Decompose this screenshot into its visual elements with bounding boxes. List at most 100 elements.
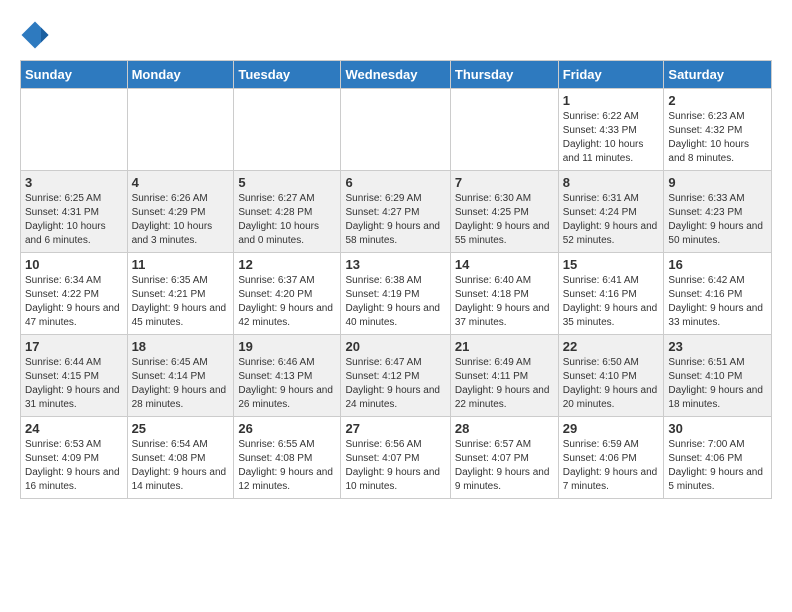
- day-number: 15: [563, 257, 660, 272]
- weekday-header-saturday: Saturday: [664, 61, 772, 89]
- calendar-cell: 11 Sunrise: 6:35 AM Sunset: 4:21 PM Dayli…: [127, 253, 234, 335]
- calendar-cell: [341, 89, 450, 171]
- day-number: 20: [345, 339, 445, 354]
- calendar-cell: 28 Sunrise: 6:57 AM Sunset: 4:07 PM Dayli…: [450, 417, 558, 499]
- day-number: 6: [345, 175, 445, 190]
- day-info: Sunrise: 6:56 AM Sunset: 4:07 PM Dayligh…: [345, 438, 445, 494]
- day-number: 5: [238, 175, 336, 190]
- day-number: 2: [668, 93, 767, 108]
- day-number: 28: [455, 421, 554, 436]
- calendar-cell: 26Sunrise: 6:55 AM Sunset: 4:08 PM Dayli…: [234, 417, 341, 499]
- calendar-week-row: 1Sunrise: 6:22 AM Sunset: 4:33 PM Daylig…: [21, 89, 772, 171]
- logo-icon: [20, 20, 50, 50]
- calendar-cell: 2 Sunrise: 6:23 AM Sunset: 4:32 PM Daylig…: [664, 89, 772, 171]
- calendar-week-row: 24 Sunrise: 6:53 AM Sunset: 4:09 PM Dayli…: [21, 417, 772, 499]
- day-info: Sunrise: 6:54 AM Sunset: 4:08 PM Dayligh…: [132, 438, 230, 494]
- day-info: Sunrise: 6:53 AM Sunset: 4:09 PM Dayligh…: [25, 438, 123, 494]
- day-info: Sunrise: 6:23 AM Sunset: 4:32 PM Dayligh…: [668, 110, 767, 166]
- day-info: Sunrise: 7:00 AM Sunset: 4:06 PM Dayligh…: [668, 438, 767, 494]
- day-info: Sunrise: 6:38 AM Sunset: 4:19 PM Dayligh…: [345, 274, 445, 330]
- day-info: Sunrise: 6:26 AM Sunset: 4:29 PM Dayligh…: [132, 192, 230, 248]
- calendar-cell: 21 Sunrise: 6:49 AM Sunset: 4:11 PM Dayli…: [450, 335, 558, 417]
- day-number: 24: [25, 421, 123, 436]
- day-number: 10: [25, 257, 123, 272]
- calendar-cell: 13 Sunrise: 6:38 AM Sunset: 4:19 PM Dayli…: [341, 253, 450, 335]
- day-info: Sunrise: 6:33 AM Sunset: 4:23 PM Dayligh…: [668, 192, 767, 248]
- calendar-cell: 16 Sunrise: 6:42 AM Sunset: 4:16 PM Dayli…: [664, 253, 772, 335]
- calendar-cell: 24 Sunrise: 6:53 AM Sunset: 4:09 PM Dayli…: [21, 417, 128, 499]
- day-info: Sunrise: 6:45 AM Sunset: 4:14 PM Dayligh…: [132, 356, 230, 412]
- calendar-cell: 10 Sunrise: 6:34 AM Sunset: 4:22 PM Dayli…: [21, 253, 128, 335]
- day-number: 21: [455, 339, 554, 354]
- day-info: Sunrise: 6:31 AM Sunset: 4:24 PM Dayligh…: [563, 192, 660, 248]
- weekday-header-monday: Monday: [127, 61, 234, 89]
- day-number: 19: [238, 339, 336, 354]
- calendar-cell: 19 Sunrise: 6:46 AM Sunset: 4:13 PM Dayli…: [234, 335, 341, 417]
- weekday-header-sunday: Sunday: [21, 61, 128, 89]
- day-number: 9: [668, 175, 767, 190]
- calendar-cell: 18 Sunrise: 6:45 AM Sunset: 4:14 PM Dayli…: [127, 335, 234, 417]
- day-number: 18: [132, 339, 230, 354]
- day-info: Sunrise: 6:42 AM Sunset: 4:16 PM Dayligh…: [668, 274, 767, 330]
- calendar-cell: 27 Sunrise: 6:56 AM Sunset: 4:07 PM Dayli…: [341, 417, 450, 499]
- calendar-cell: 25 Sunrise: 6:54 AM Sunset: 4:08 PM Dayli…: [127, 417, 234, 499]
- weekday-header-row: SundayMondayTuesdayWednesdayThursdayFrid…: [21, 61, 772, 89]
- calendar-week-row: 3 Sunrise: 6:25 AM Sunset: 4:31 PM Daylig…: [21, 171, 772, 253]
- day-info: Sunrise: 6:22 AM Sunset: 4:33 PM Dayligh…: [563, 110, 660, 166]
- calendar-cell: 12 Sunrise: 6:37 AM Sunset: 4:20 PM Dayli…: [234, 253, 341, 335]
- weekday-header-tuesday: Tuesday: [234, 61, 341, 89]
- calendar-cell: 6 Sunrise: 6:29 AM Sunset: 4:27 PM Daylig…: [341, 171, 450, 253]
- day-number: 14: [455, 257, 554, 272]
- weekday-header-friday: Friday: [558, 61, 664, 89]
- day-info: Sunrise: 6:30 AM Sunset: 4:25 PM Dayligh…: [455, 192, 554, 248]
- calendar-cell: 30 Sunrise: 7:00 AM Sunset: 4:06 PM Dayli…: [664, 417, 772, 499]
- day-info: Sunrise: 6:37 AM Sunset: 4:20 PM Dayligh…: [238, 274, 336, 330]
- day-number: 3: [25, 175, 123, 190]
- calendar-cell: [234, 89, 341, 171]
- calendar-cell: [450, 89, 558, 171]
- page-header: [20, 20, 772, 50]
- day-number: 29: [563, 421, 660, 436]
- day-number: 25: [132, 421, 230, 436]
- day-number: 12: [238, 257, 336, 272]
- day-info: Sunrise: 6:35 AM Sunset: 4:21 PM Dayligh…: [132, 274, 230, 330]
- calendar-cell: 7 Sunrise: 6:30 AM Sunset: 4:25 PM Daylig…: [450, 171, 558, 253]
- calendar-cell: 20 Sunrise: 6:47 AM Sunset: 4:12 PM Dayli…: [341, 335, 450, 417]
- calendar-cell: 23Sunrise: 6:51 AM Sunset: 4:10 PM Dayli…: [664, 335, 772, 417]
- calendar-cell: 15 Sunrise: 6:41 AM Sunset: 4:16 PM Dayli…: [558, 253, 664, 335]
- calendar-table: SundayMondayTuesdayWednesdayThursdayFrid…: [20, 60, 772, 499]
- day-number: 27: [345, 421, 445, 436]
- day-info: Sunrise: 6:34 AM Sunset: 4:22 PM Dayligh…: [25, 274, 123, 330]
- calendar-cell: 9 Sunrise: 6:33 AM Sunset: 4:23 PM Daylig…: [664, 171, 772, 253]
- logo: [20, 20, 54, 50]
- day-info: Sunrise: 6:41 AM Sunset: 4:16 PM Dayligh…: [563, 274, 660, 330]
- day-number: 22: [563, 339, 660, 354]
- day-number: 26: [238, 421, 336, 436]
- day-info: Sunrise: 6:27 AM Sunset: 4:28 PM Dayligh…: [238, 192, 336, 248]
- day-number: 13: [345, 257, 445, 272]
- calendar-cell: 29 Sunrise: 6:59 AM Sunset: 4:06 PM Dayli…: [558, 417, 664, 499]
- weekday-header-wednesday: Wednesday: [341, 61, 450, 89]
- calendar-cell: 3 Sunrise: 6:25 AM Sunset: 4:31 PM Daylig…: [21, 171, 128, 253]
- day-number: 16: [668, 257, 767, 272]
- day-info: Sunrise: 6:46 AM Sunset: 4:13 PM Dayligh…: [238, 356, 336, 412]
- calendar-week-row: 10 Sunrise: 6:34 AM Sunset: 4:22 PM Dayli…: [21, 253, 772, 335]
- weekday-header-thursday: Thursday: [450, 61, 558, 89]
- calendar-cell: 14Sunrise: 6:40 AM Sunset: 4:18 PM Dayli…: [450, 253, 558, 335]
- day-info: Sunrise: 6:49 AM Sunset: 4:11 PM Dayligh…: [455, 356, 554, 412]
- calendar-cell: 17Sunrise: 6:44 AM Sunset: 4:15 PM Dayli…: [21, 335, 128, 417]
- calendar-cell: 5 Sunrise: 6:27 AM Sunset: 4:28 PM Daylig…: [234, 171, 341, 253]
- day-number: 7: [455, 175, 554, 190]
- day-info: Sunrise: 6:57 AM Sunset: 4:07 PM Dayligh…: [455, 438, 554, 494]
- calendar-cell: 1Sunrise: 6:22 AM Sunset: 4:33 PM Daylig…: [558, 89, 664, 171]
- calendar-week-row: 17Sunrise: 6:44 AM Sunset: 4:15 PM Dayli…: [21, 335, 772, 417]
- day-number: 11: [132, 257, 230, 272]
- day-info: Sunrise: 6:59 AM Sunset: 4:06 PM Dayligh…: [563, 438, 660, 494]
- day-info: Sunrise: 6:47 AM Sunset: 4:12 PM Dayligh…: [345, 356, 445, 412]
- calendar-cell: [21, 89, 128, 171]
- calendar-cell: 8Sunrise: 6:31 AM Sunset: 4:24 PM Daylig…: [558, 171, 664, 253]
- day-info: Sunrise: 6:29 AM Sunset: 4:27 PM Dayligh…: [345, 192, 445, 248]
- day-info: Sunrise: 6:25 AM Sunset: 4:31 PM Dayligh…: [25, 192, 123, 248]
- day-number: 30: [668, 421, 767, 436]
- day-number: 4: [132, 175, 230, 190]
